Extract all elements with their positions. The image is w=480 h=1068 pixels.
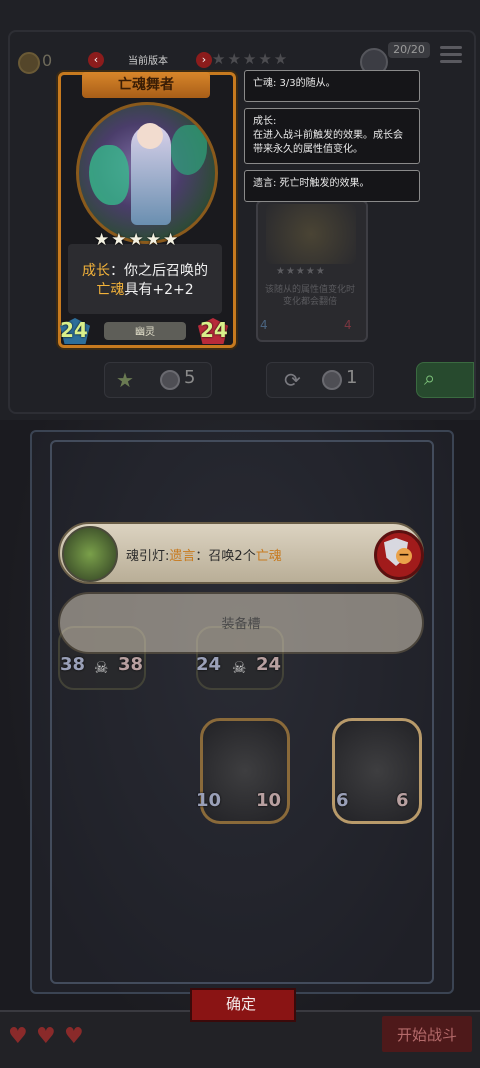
minion-health: 38 bbox=[118, 654, 144, 675]
star-filter-count: 5 bbox=[184, 367, 196, 388]
menu-icon[interactable] bbox=[440, 46, 462, 64]
tooltip-deathrattle: 遗言: 死亡时触发的效果。 bbox=[244, 170, 420, 202]
ghost-flame-right bbox=[171, 125, 207, 175]
dancer-head bbox=[137, 123, 163, 149]
gold-amount: 0 bbox=[42, 51, 53, 70]
secondary-card-health: 4 bbox=[344, 318, 352, 332]
card-title: 亡魂舞者 bbox=[118, 77, 174, 93]
count-badge: 20/20 bbox=[388, 42, 430, 58]
skull-icon: ☠ bbox=[94, 658, 109, 677]
coin-icon bbox=[160, 370, 180, 390]
minion-attack: 10 bbox=[196, 790, 222, 811]
keyword-soul: 亡魂 bbox=[96, 282, 125, 298]
card-portrait bbox=[76, 102, 218, 244]
soul-lantern-icon bbox=[62, 526, 118, 582]
desc-line2-text: 具有+2+2 bbox=[124, 282, 194, 298]
minion-attack: 24 bbox=[196, 654, 222, 675]
refresh-pill[interactable] bbox=[266, 362, 374, 398]
secondary-card-desc: 该随从的属性值变化时 变化都会翻倍 bbox=[258, 284, 362, 308]
item-keyword: 遗言 bbox=[169, 549, 196, 564]
item-keyword2: 亡魂 bbox=[255, 549, 282, 564]
coin-icon bbox=[322, 370, 342, 390]
secondary-card-art bbox=[266, 204, 356, 264]
search-icon: ⌕ bbox=[424, 366, 436, 390]
tribe-label: 幽灵 bbox=[135, 327, 155, 338]
card-stars: ★★★★★ bbox=[94, 230, 181, 250]
keyword-growth: 成长 bbox=[82, 263, 110, 279]
secondary-card-attack: 4 bbox=[260, 318, 268, 332]
heart-icon: ♥ bbox=[64, 1024, 84, 1049]
chevron-left-icon[interactable]: ‹ bbox=[88, 52, 104, 68]
tooltip-growth: 成长: 在进入战斗前触发的效果。成长会带来永久的属性值变化。 bbox=[244, 108, 420, 164]
card-description: 成长：你之后召唤的 亡魂具有+2+2 bbox=[70, 262, 220, 300]
heart-icon: ♥ bbox=[36, 1024, 56, 1049]
item-name: 魂引灯 bbox=[126, 549, 166, 564]
ghost-flame-left bbox=[89, 145, 129, 205]
minion-health: 24 bbox=[256, 654, 282, 675]
minion-attack: 6 bbox=[336, 790, 349, 811]
gold-coin-icon bbox=[18, 52, 40, 74]
secondary-desc-line2: 变化都会翻倍 bbox=[282, 297, 337, 307]
minus-icon: − bbox=[396, 548, 412, 564]
item-description: 魂引灯:遗言：召唤2个亡魂 bbox=[126, 549, 282, 564]
confirm-label: 确定 bbox=[225, 995, 256, 1013]
skull-icon: ☠ bbox=[232, 658, 247, 677]
minion-health: 6 bbox=[396, 790, 409, 811]
card-attack: 24 bbox=[60, 318, 88, 342]
heart-icon: ♥ bbox=[8, 1024, 28, 1049]
refresh-icon: ⟳ bbox=[284, 368, 301, 392]
secondary-desc-line1: 该随从的属性值变化时 bbox=[264, 285, 355, 295]
minion-health: 10 bbox=[256, 790, 282, 811]
refresh-count: 1 bbox=[346, 367, 358, 388]
card-health: 24 bbox=[200, 318, 228, 342]
tier-stars: ★★★★★ bbox=[212, 50, 290, 68]
chevron-right-icon[interactable]: › bbox=[196, 52, 212, 68]
equipment-slot-label: 装备槽 bbox=[221, 617, 261, 632]
desc-line1-text: ：你之后召唤的 bbox=[110, 263, 208, 279]
tooltip-soul: 亡魂: 3/3的随从。 bbox=[244, 70, 420, 102]
secondary-card-stars: ★★★★★ bbox=[276, 266, 326, 277]
star-icon: ★ bbox=[116, 368, 134, 392]
version-title: 当前版本 bbox=[128, 56, 168, 67]
minion-attack: 38 bbox=[60, 654, 86, 675]
start-battle-label: 开始战斗 bbox=[396, 1026, 457, 1044]
